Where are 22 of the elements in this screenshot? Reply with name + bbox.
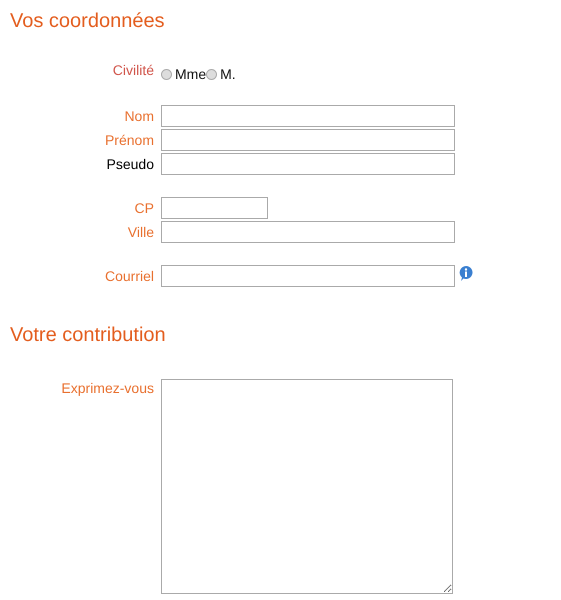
- field-label: Prénom: [104, 132, 155, 148]
- text-field[interactable]: [161, 265, 455, 287]
- field-label: Nom: [123, 108, 155, 124]
- message-field[interactable]: [161, 379, 453, 594]
- field-label: CP: [134, 200, 155, 216]
- text-field[interactable]: [161, 105, 455, 127]
- field-label: Ville: [126, 224, 155, 240]
- field-label: Exprimez-vous: [60, 379, 155, 396]
- field-label: Pseudo: [106, 156, 155, 172]
- text-field[interactable]: [161, 153, 455, 175]
- radio-button[interactable]: [161, 68, 172, 80]
- text-field[interactable]: [161, 129, 455, 151]
- radio-option[interactable]: Mme: [161, 66, 206, 82]
- section-heading: Vos coordonnées: [10, 9, 166, 34]
- radio-option[interactable]: M.: [206, 66, 236, 82]
- section-heading: Votre contribution: [10, 323, 167, 348]
- info-icon[interactable]: [458, 264, 474, 282]
- text-field[interactable]: [161, 197, 268, 219]
- text-field[interactable]: [161, 221, 455, 243]
- radio-button[interactable]: [206, 68, 218, 80]
- field-label: Civilité: [112, 62, 155, 78]
- field-label: Courriel: [104, 268, 155, 284]
